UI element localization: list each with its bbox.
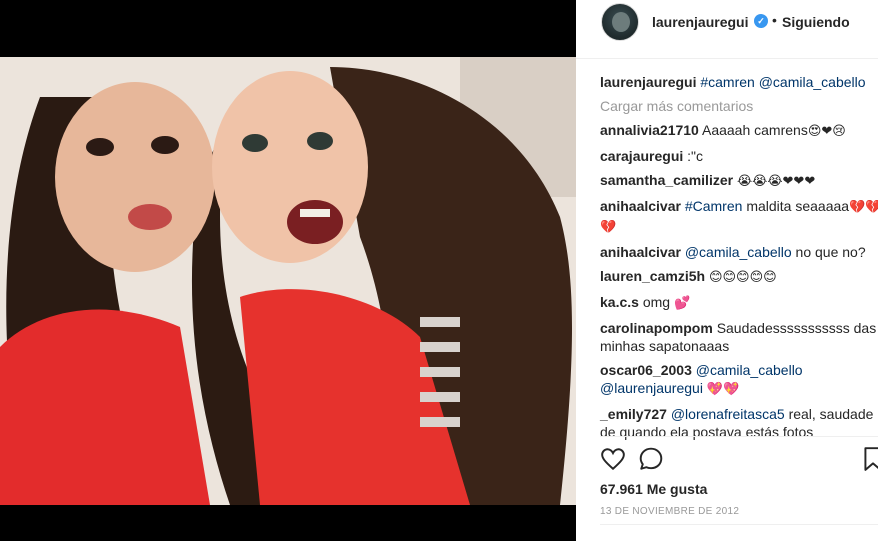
comment-username[interactable]: carajauregui xyxy=(600,148,683,164)
comments-list: laurenjauregui #camren @camila_cabello C… xyxy=(600,73,878,447)
actions-divider xyxy=(600,436,878,437)
comment-mention[interactable]: @lorenafreitasca5 xyxy=(671,406,785,422)
comment-emoji: 😍❤😢 xyxy=(807,124,846,139)
comment-text: Aaaaah camrens xyxy=(701,122,808,138)
comment-emoji: 😊😊😊😊😊 xyxy=(708,270,777,285)
comment-username[interactable]: anihaalcivar xyxy=(600,244,681,260)
load-more-comments[interactable]: Cargar más comentarios xyxy=(600,97,878,115)
separator-dot: • xyxy=(772,12,777,28)
verified-icon: ✓ xyxy=(754,14,768,28)
comment: ka.c.s omg 💕 xyxy=(600,293,878,313)
comment-emoji: 😭😭😭❤❤❤ xyxy=(736,174,816,189)
comment-icon[interactable] xyxy=(638,446,664,477)
comment-username[interactable]: oscar06_2003 xyxy=(600,362,692,378)
comment-username[interactable]: _emily727 xyxy=(600,406,667,422)
comment-text: maldita seaaaaa xyxy=(746,198,850,214)
caption: laurenjauregui #camren @camila_cabello xyxy=(600,73,878,91)
following-button[interactable]: Siguiendo xyxy=(782,14,850,30)
caption-text[interactable]: #camren @camila_cabello xyxy=(700,74,865,90)
comment: anihaalcivar @camila_cabello no que no? xyxy=(600,243,878,261)
comment-username[interactable]: lauren_camzi5h xyxy=(600,268,705,284)
post-media xyxy=(0,0,576,541)
comment-username[interactable]: anihaalcivar xyxy=(600,198,681,214)
comment: anihaalcivar #Camren maldita seaaaaa💔💔💔 xyxy=(600,197,878,237)
comment-username[interactable]: annalivia21710 xyxy=(600,122,699,138)
avatar[interactable] xyxy=(601,3,639,41)
header-username[interactable]: laurenjauregui xyxy=(652,14,748,30)
post-date[interactable]: 13 DE NOVIEMBRE DE 2012 xyxy=(600,506,739,517)
comment-emoji: 💖💖 xyxy=(706,382,740,397)
heart-icon[interactable] xyxy=(600,446,626,477)
comment: annalivia21710 Aaaaah camrens😍❤😢 xyxy=(600,121,878,141)
comment-text: omg xyxy=(642,294,671,310)
comment-hashtag[interactable]: #Camren xyxy=(685,198,743,214)
post-header: laurenjauregui ✓ • Siguiendo xyxy=(576,0,878,44)
comment: carolinapompom Saudadesssssssssss das mi… xyxy=(600,319,878,355)
caption-username[interactable]: laurenjauregui xyxy=(600,74,696,90)
comment-username[interactable]: ka.c.s xyxy=(600,294,639,310)
comment-username[interactable]: samantha_camilizer xyxy=(600,172,733,188)
post-photo[interactable] xyxy=(0,57,576,505)
comment-emoji: 💕 xyxy=(673,296,691,311)
comment-text: no que no? xyxy=(795,244,866,260)
comment: oscar06_2003 @camila_cabello @laurenjaur… xyxy=(600,361,878,399)
footer-divider xyxy=(600,524,878,525)
comment-username[interactable]: carolinapompom xyxy=(600,320,713,336)
comment: lauren_camzi5h 😊😊😊😊😊 xyxy=(600,267,878,287)
bookmark-icon[interactable] xyxy=(862,446,878,477)
post-sidebar: laurenjauregui ✓ • Siguiendo laurenjaure… xyxy=(576,0,878,541)
likes-count[interactable]: 67.961 Me gusta xyxy=(600,481,707,497)
comment: carajauregui :"c xyxy=(600,147,878,165)
comment-mention[interactable]: @camila_cabello xyxy=(685,244,792,260)
comment: samantha_camilizer 😭😭😭❤❤❤ xyxy=(600,171,878,191)
comment-text: :"c xyxy=(687,148,704,164)
header-divider xyxy=(576,58,878,59)
